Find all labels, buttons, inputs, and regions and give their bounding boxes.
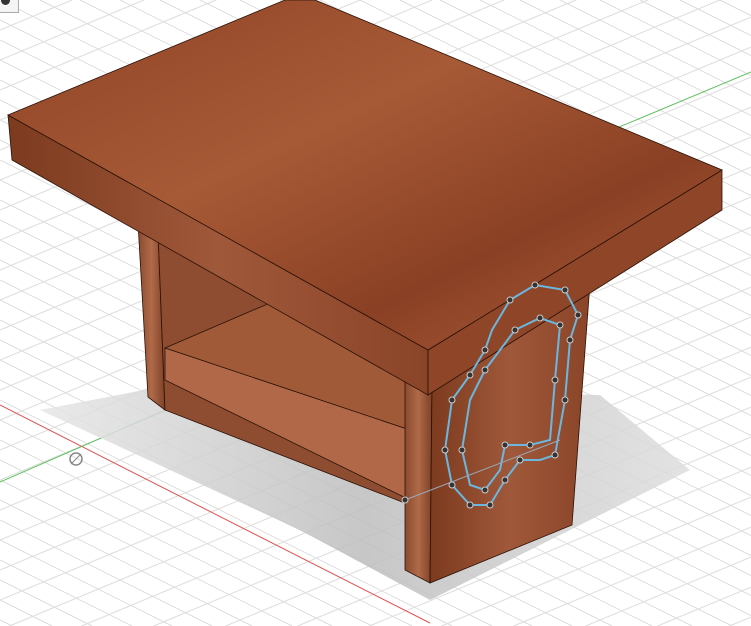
sketch-point[interactable]: [536, 314, 544, 322]
sketch-point[interactable]: [448, 396, 456, 404]
grid-line: [0, 0, 145, 61]
sketch-point[interactable]: [551, 451, 559, 459]
grid-line: [639, 0, 751, 56]
grid-line: [599, 0, 751, 76]
sketch-point[interactable]: [481, 346, 489, 354]
grid-line: [0, 599, 53, 626]
view-cube-icon[interactable]: [0, 0, 19, 13]
sketch-point[interactable]: [511, 326, 519, 334]
sketch-point[interactable]: [466, 371, 474, 379]
sketch-point[interactable]: [561, 396, 569, 404]
grid-line: [585, 556, 751, 626]
sketch-point[interactable]: [501, 476, 509, 484]
view-cube-button[interactable]: [1, 0, 10, 5]
grid-line: [729, 616, 751, 626]
3d-viewport[interactable]: [0, 0, 751, 626]
grid-line: [679, 0, 751, 36]
grid-line: [0, 619, 13, 626]
grid-line: [0, 579, 93, 626]
right-leg-front: [404, 374, 433, 584]
sketch-point[interactable]: [401, 496, 409, 504]
sketch-point[interactable]: [574, 311, 582, 319]
sketch-point[interactable]: [516, 456, 524, 464]
sketch-point[interactable]: [531, 281, 539, 289]
sketch-point[interactable]: [448, 481, 456, 489]
y-axis: [599, 71, 751, 136]
sketch-point[interactable]: [441, 446, 449, 454]
grid-line: [719, 0, 751, 16]
grid-line: [513, 526, 751, 626]
grid-line: [559, 0, 751, 96]
sketch-point[interactable]: [561, 286, 569, 294]
sketch-point[interactable]: [556, 321, 564, 329]
sketch-point[interactable]: [551, 376, 559, 384]
sketch-point[interactable]: [501, 441, 509, 449]
origin-icon[interactable]: [69, 452, 83, 466]
grid-line: [0, 559, 133, 626]
sketch-point[interactable]: [481, 486, 489, 494]
sketch-point[interactable]: [458, 446, 466, 454]
sketch-point[interactable]: [526, 441, 534, 449]
sketch-point[interactable]: [481, 366, 489, 374]
grid-line: [657, 586, 751, 626]
grid-line: [0, 519, 213, 626]
sketch-point[interactable]: [466, 501, 474, 509]
sketch-point[interactable]: [486, 501, 494, 509]
sketch-point[interactable]: [566, 336, 574, 344]
sketch-point[interactable]: [506, 296, 514, 304]
